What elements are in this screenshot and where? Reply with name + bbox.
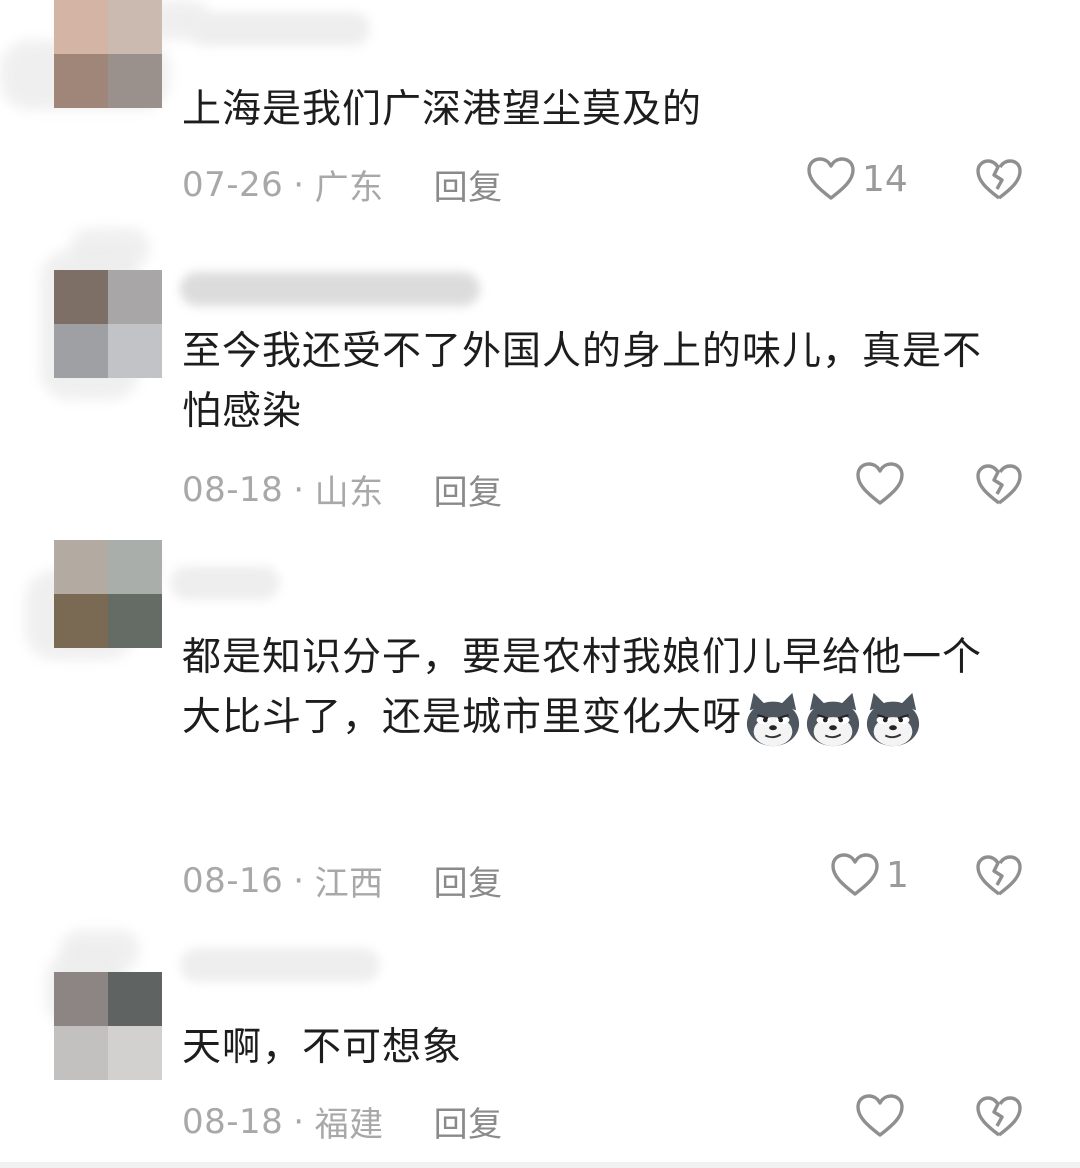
reply-button[interactable]: 回复 xyxy=(434,856,503,905)
username-blurred[interactable] xyxy=(180,948,380,982)
comment-text: 上海是我们广深港望尘莫及的 xyxy=(182,87,703,132)
dislike-button[interactable] xyxy=(975,463,1023,511)
comment-meta: 08-16 · 江西 回复 xyxy=(182,856,503,905)
avatar-pixel xyxy=(108,972,162,1026)
avatar[interactable] xyxy=(54,972,162,1080)
avatar-pixel xyxy=(108,1026,162,1080)
comment-text: 都是知识分子，要是农村我娘们儿早给他一个大比斗了，还是城市里变化大呀 xyxy=(182,628,1012,749)
broken-heart-icon xyxy=(976,855,1022,896)
comment-date: 07-26 xyxy=(182,164,284,205)
dislike-button[interactable] xyxy=(975,158,1023,206)
avatar-pixel xyxy=(54,594,108,648)
avatar-pixel xyxy=(108,270,162,324)
comment-date: 08-18 xyxy=(182,1101,284,1142)
dog-emoji-icon xyxy=(806,692,860,746)
dislike-button[interactable] xyxy=(975,854,1023,902)
comment-meta: 08-18 · 福建 回复 xyxy=(182,1097,503,1146)
separator-dot: · xyxy=(293,860,305,901)
heart-icon xyxy=(807,157,855,200)
separator-dot: · xyxy=(293,164,305,205)
avatar-pixel xyxy=(54,0,108,54)
heart-icon xyxy=(856,462,904,505)
avatar[interactable] xyxy=(54,0,162,108)
heart-icon xyxy=(831,853,879,896)
username-blurred[interactable] xyxy=(190,12,370,46)
avatar-pixel xyxy=(54,270,108,324)
like-button[interactable]: 1 xyxy=(830,852,909,898)
dog-emoji-icon xyxy=(866,692,920,746)
avatar-pixel xyxy=(54,972,108,1026)
comment-text: 天啊，不可想象 xyxy=(182,1025,463,1070)
comment-meta: 07-26 · 广东 回复 xyxy=(182,160,503,209)
comment-region: 广东 xyxy=(314,168,384,208)
dog-emoji-icon xyxy=(746,692,800,746)
like-button[interactable] xyxy=(855,461,911,507)
reply-button[interactable]: 回复 xyxy=(434,160,503,209)
avatar-pixel xyxy=(108,594,162,648)
broken-heart-icon xyxy=(976,1096,1022,1137)
avatar-pixel xyxy=(108,324,162,378)
username-blurred[interactable] xyxy=(170,566,280,600)
comment-meta: 08-18 · 山东 回复 xyxy=(182,465,503,514)
like-button[interactable] xyxy=(855,1093,911,1139)
broken-heart-icon xyxy=(976,464,1022,505)
separator-dot: · xyxy=(293,1101,305,1142)
like-button[interactable]: 14 xyxy=(806,156,908,202)
reply-button[interactable]: 回复 xyxy=(434,465,503,514)
comment-region: 江西 xyxy=(314,864,384,904)
comment-region: 山东 xyxy=(314,473,384,513)
comment-date: 08-18 xyxy=(182,469,284,510)
avatar[interactable] xyxy=(54,540,162,648)
separator-dot: · xyxy=(293,469,305,510)
avatar[interactable] xyxy=(54,270,162,378)
avatar-pixel xyxy=(108,54,162,108)
avatar-pixel xyxy=(54,1026,108,1080)
bottom-divider xyxy=(0,1162,1080,1168)
avatar-pixel xyxy=(108,0,162,54)
comment-region: 福建 xyxy=(314,1105,384,1145)
username-blurred[interactable] xyxy=(180,272,480,306)
reply-button[interactable]: 回复 xyxy=(434,1097,503,1146)
comment-date: 08-16 xyxy=(182,860,284,901)
like-count: 1 xyxy=(886,854,909,896)
heart-icon xyxy=(856,1094,904,1137)
like-count: 14 xyxy=(862,158,908,200)
avatar-pixel xyxy=(54,324,108,378)
dislike-button[interactable] xyxy=(975,1095,1023,1143)
avatar-pixel xyxy=(54,54,108,108)
avatar-pixel xyxy=(54,540,108,594)
broken-heart-icon xyxy=(976,159,1022,200)
comment-text: 至今我还受不了外国人的身上的味儿，真是不怕感染 xyxy=(182,329,983,434)
avatar-pixel xyxy=(108,540,162,594)
